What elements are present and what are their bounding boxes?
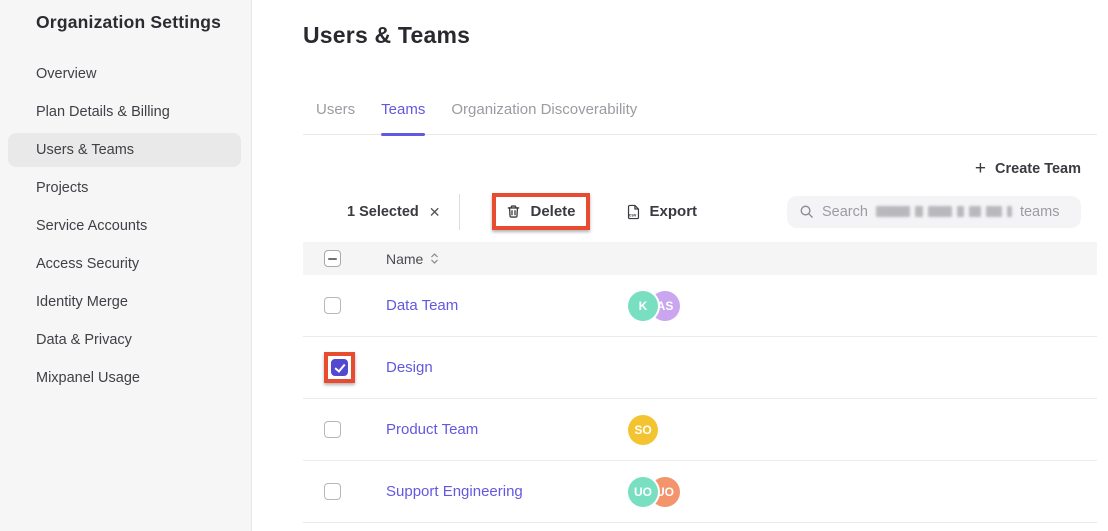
table-header-row: Name bbox=[303, 242, 1097, 275]
name-column-header: Name bbox=[386, 251, 439, 267]
main-content: Users & Teams UsersTeamsOrganization Dis… bbox=[252, 0, 1108, 531]
tab-users[interactable]: Users bbox=[303, 89, 368, 134]
delete-button[interactable]: Delete bbox=[496, 197, 585, 226]
toolbar: 1 Selected ✕ Delete bbox=[347, 193, 1081, 230]
team-row-support-engineering: Support Engineering UOUO bbox=[303, 461, 1097, 523]
checkbox-annotation-highlight bbox=[324, 352, 355, 383]
product-team-row-checkbox[interactable] bbox=[324, 421, 341, 438]
clear-selection-icon[interactable]: ✕ bbox=[429, 205, 441, 219]
delete-annotation-highlight: Delete bbox=[492, 193, 589, 230]
sidebar-item-label: Users & Teams bbox=[36, 142, 134, 158]
team-name-link[interactable]: Support Engineering bbox=[386, 483, 628, 500]
sidebar-item-users-teams[interactable]: Users & Teams bbox=[8, 133, 241, 167]
row-checkbox-column bbox=[324, 352, 386, 383]
search-icon bbox=[799, 204, 814, 219]
sidebar-item-mixpanel-usage[interactable]: Mixpanel Usage bbox=[8, 361, 241, 395]
sidebar-item-projects[interactable]: Projects bbox=[8, 171, 241, 205]
trash-icon bbox=[506, 204, 521, 219]
sidebar-nav: Overview Plan Details & Billing Users & Te… bbox=[0, 57, 251, 395]
page-title: Users & Teams bbox=[303, 22, 1108, 49]
tab-bar: UsersTeamsOrganization Discoverability bbox=[303, 89, 1097, 135]
team-row-design: Design bbox=[303, 337, 1097, 399]
member-avatar-k: K bbox=[628, 291, 658, 321]
row-checkbox-column bbox=[324, 483, 386, 500]
sidebar-item-label: Access Security bbox=[36, 256, 139, 272]
row-checkbox-column bbox=[324, 421, 386, 438]
export-label: Export bbox=[650, 203, 698, 220]
search-placeholder-prefix: Search bbox=[822, 204, 868, 220]
row-checkbox-column bbox=[324, 297, 386, 314]
member-avatars: UOUO bbox=[628, 477, 680, 507]
sidebar-item-label: Data & Privacy bbox=[36, 332, 132, 348]
sidebar-item-plan-details-billing[interactable]: Plan Details & Billing bbox=[8, 95, 241, 129]
sidebar-item-label: Identity Merge bbox=[36, 294, 128, 310]
team-name-link[interactable]: Design bbox=[386, 359, 628, 376]
team-row-product-team: Product Team SO bbox=[303, 399, 1097, 461]
member-avatar-uo: UO bbox=[628, 477, 658, 507]
search-placeholder-suffix: teams bbox=[1020, 204, 1060, 220]
create-team-row: + Create Team bbox=[303, 161, 1081, 177]
sidebar-item-label: Overview bbox=[36, 66, 96, 82]
team-row-data-team: Data Team KAS bbox=[303, 275, 1097, 337]
delete-label: Delete bbox=[530, 203, 575, 220]
member-avatars: KAS bbox=[628, 291, 680, 321]
sidebar-title: Organization Settings bbox=[0, 12, 251, 33]
selection-status: 1 Selected ✕ bbox=[347, 204, 440, 220]
sidebar-item-service-accounts[interactable]: Service Accounts bbox=[8, 209, 241, 243]
sidebar-item-access-security[interactable]: Access Security bbox=[8, 247, 241, 281]
sidebar: Organization Settings Overview Plan Detai… bbox=[0, 0, 252, 531]
export-button[interactable]: csv Export bbox=[616, 197, 708, 226]
create-team-button[interactable]: + Create Team bbox=[975, 161, 1081, 177]
tab-teams[interactable]: Teams bbox=[368, 89, 438, 134]
team-name-link[interactable]: Product Team bbox=[386, 421, 628, 438]
sidebar-item-label: Projects bbox=[36, 180, 88, 196]
sidebar-item-label: Service Accounts bbox=[36, 218, 147, 234]
sidebar-item-identity-merge[interactable]: Identity Merge bbox=[8, 285, 241, 319]
create-team-label: Create Team bbox=[995, 161, 1081, 177]
sidebar-item-label: Mixpanel Usage bbox=[36, 370, 140, 386]
design-row-checkbox[interactable] bbox=[331, 359, 348, 376]
team-name-link[interactable]: Data Team bbox=[386, 297, 628, 314]
data-team-row-checkbox[interactable] bbox=[324, 297, 341, 314]
sort-icon[interactable] bbox=[430, 252, 439, 265]
selected-count-label: 1 Selected bbox=[347, 204, 419, 220]
sidebar-item-label: Plan Details & Billing bbox=[36, 104, 170, 120]
organization-settings-page: Organization Settings Overview Plan Detai… bbox=[0, 0, 1108, 531]
sidebar-item-overview[interactable]: Overview bbox=[8, 57, 241, 91]
table-body: Data Team KAS Design Product Team SO Sup… bbox=[252, 275, 1108, 523]
svg-text:csv: csv bbox=[628, 212, 636, 217]
redacted-placeholder-text bbox=[876, 206, 1012, 217]
member-avatar-so: SO bbox=[628, 415, 658, 445]
teams-table: Name Data Team KAS Design Product Team S… bbox=[252, 242, 1108, 523]
sidebar-item-data-privacy[interactable]: Data & Privacy bbox=[8, 323, 241, 357]
member-avatars: SO bbox=[628, 415, 658, 445]
support-engineering-row-checkbox[interactable] bbox=[324, 483, 341, 500]
plus-icon: + bbox=[975, 162, 986, 176]
select-all-checkbox[interactable] bbox=[324, 250, 341, 267]
search-input[interactable]: Search teams bbox=[787, 196, 1081, 228]
csv-file-icon: csv bbox=[626, 204, 641, 220]
tab-organization-discoverability[interactable]: Organization Discoverability bbox=[438, 89, 650, 134]
toolbar-divider bbox=[459, 194, 460, 230]
select-all-column bbox=[324, 250, 386, 267]
name-column-label: Name bbox=[386, 251, 423, 267]
